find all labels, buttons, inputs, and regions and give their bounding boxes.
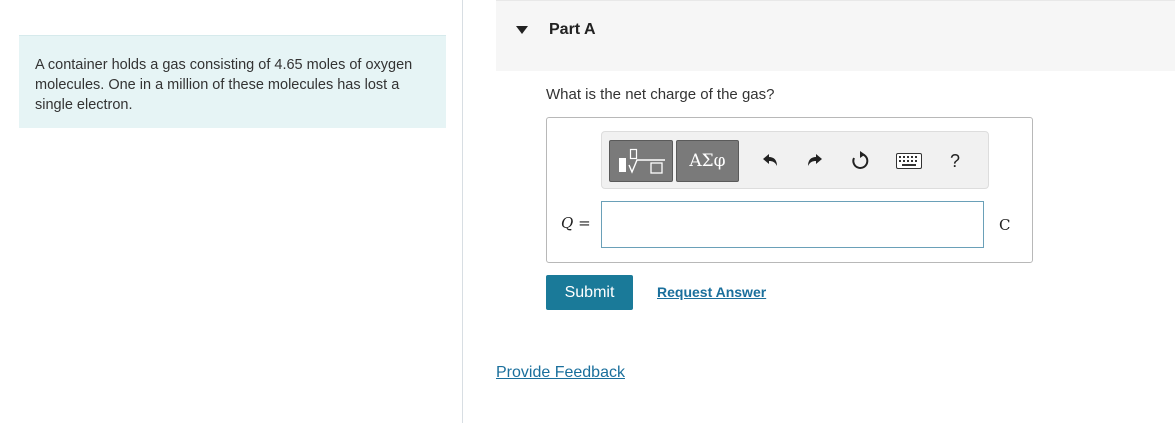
question-text: What is the net charge of the gas? bbox=[546, 86, 775, 103]
problem-text: A container holds a gas consisting of 4.… bbox=[35, 57, 413, 113]
answer-panel: ΑΣφ ? Q = C bbox=[546, 117, 1033, 263]
part-title: Part A bbox=[549, 21, 596, 38]
column-divider bbox=[462, 0, 463, 423]
unit-label: C bbox=[999, 216, 1011, 234]
keyboard-icon[interactable] bbox=[895, 149, 923, 173]
variable-symbol: Q bbox=[561, 214, 574, 232]
undo-icon[interactable] bbox=[758, 149, 782, 173]
answer-input[interactable] bbox=[601, 201, 984, 248]
redo-icon[interactable] bbox=[803, 149, 827, 173]
templates-button[interactable] bbox=[609, 140, 673, 182]
reset-icon[interactable] bbox=[848, 149, 872, 173]
part-header[interactable]: Part A bbox=[496, 0, 1175, 71]
collapse-caret-icon[interactable] bbox=[516, 26, 528, 34]
help-icon[interactable]: ? bbox=[943, 149, 967, 173]
equals-sign: = bbox=[578, 214, 591, 232]
greek-symbols-button[interactable]: ΑΣφ bbox=[676, 140, 739, 182]
problem-statement: A container holds a gas consisting of 4.… bbox=[19, 35, 446, 128]
templates-icon bbox=[619, 148, 665, 174]
request-answer-link[interactable]: Request Answer bbox=[657, 284, 766, 300]
submit-button[interactable]: Submit bbox=[546, 275, 633, 310]
provide-feedback-link[interactable]: Provide Feedback bbox=[496, 364, 625, 382]
math-toolbar: ΑΣφ ? bbox=[601, 131, 989, 189]
answer-variable-label: Q = bbox=[561, 214, 591, 232]
